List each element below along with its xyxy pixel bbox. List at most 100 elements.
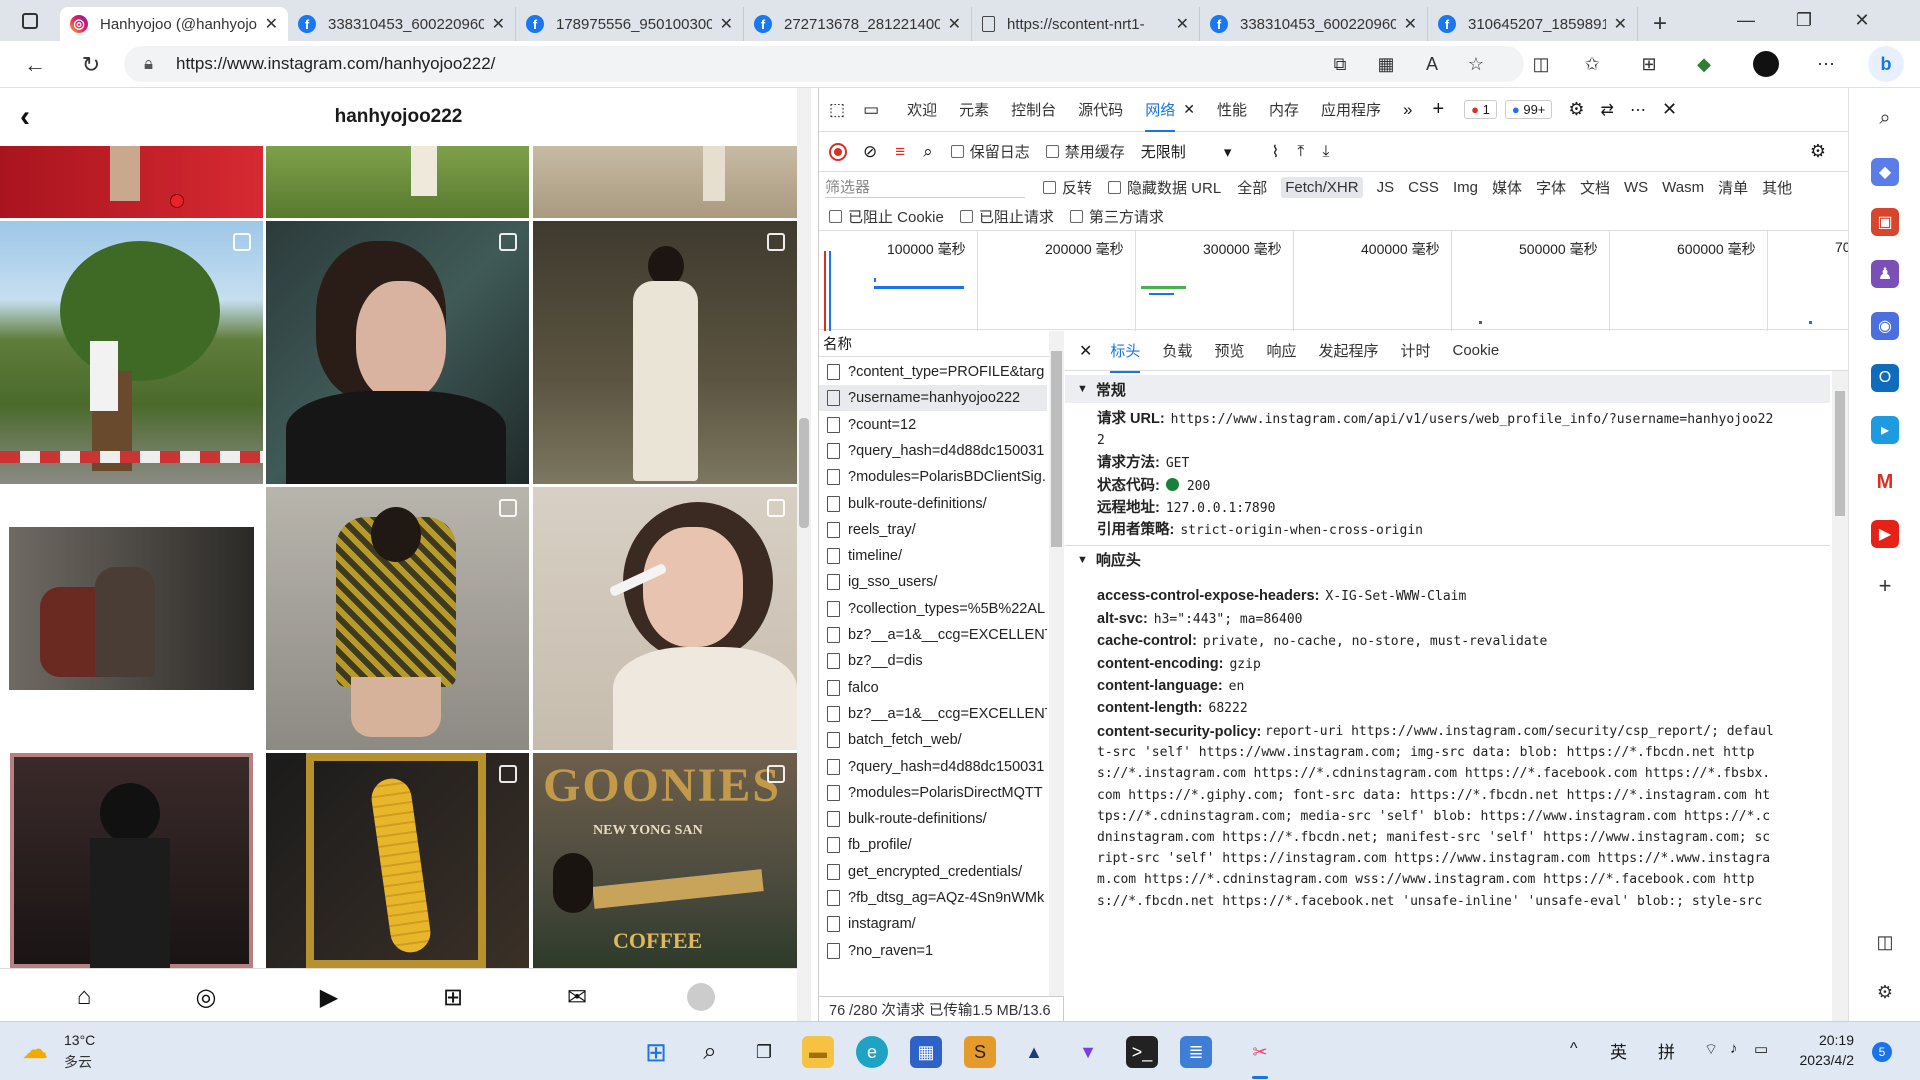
filter-img[interactable]: Img [1453, 179, 1478, 196]
minimize-icon[interactable]: — [1717, 0, 1775, 41]
post-thumbnail[interactable] [266, 146, 529, 218]
third-party-checkbox[interactable]: 第三方请求 [1069, 206, 1164, 227]
browser-tab[interactable]: f 338310453_600220960 ✕ [1200, 7, 1428, 41]
tab-welcome[interactable]: 欢迎 [907, 99, 937, 120]
vpn-icon[interactable]: ▼ [1072, 1036, 1104, 1068]
browser-tab[interactable]: https://scontent-nrt1- ✕ [972, 7, 1200, 41]
tab-performance[interactable]: 性能 [1217, 99, 1247, 120]
post-thumbnail[interactable] [0, 221, 263, 484]
detail-tab-headers[interactable]: 标头 [1110, 340, 1141, 373]
request-row[interactable]: ?content_type=PROFILE&targ [819, 359, 1047, 385]
search-icon[interactable]: ⌕ [694, 1036, 726, 1068]
notepad-icon[interactable]: ≣ [1180, 1036, 1212, 1068]
browser-tab-active[interactable]: ◎ Hanhyojoo (@hanhyojoo222) ✕ [60, 7, 288, 41]
close-window-icon[interactable]: ✕ [1833, 0, 1891, 41]
tab-network[interactable]: 网络 [1145, 99, 1176, 132]
add-tab-icon[interactable]: + [1432, 98, 1444, 121]
post-thumbnail[interactable] [533, 487, 797, 750]
request-row[interactable]: instagram/ [819, 911, 1047, 937]
detail-tab-payload[interactable]: 负载 [1162, 340, 1192, 361]
browser-tab[interactable]: f 272713678_281221400 ✕ [744, 7, 972, 41]
more-options-icon[interactable]: ⋯ [1630, 100, 1646, 120]
page-scrollbar[interactable] [797, 88, 811, 1021]
app-available-icon[interactable]: ⧉ [1326, 50, 1354, 78]
notification-badge[interactable]: 5 [1872, 1042, 1892, 1062]
request-row[interactable]: get_encrypted_credentials/ [819, 859, 1047, 885]
post-thumbnail[interactable] [533, 221, 797, 484]
network-settings-icon[interactable]: ⚙ [1810, 141, 1826, 162]
name-column-header[interactable]: 名称 [819, 331, 1049, 357]
request-row[interactable]: ?query_hash=d4d88dc150031 [819, 438, 1047, 464]
filter-ws[interactable]: WS [1624, 179, 1648, 196]
post-thumbnail[interactable] [266, 753, 529, 968]
request-row[interactable]: ?no_raven=1 [819, 938, 1047, 964]
tab-application[interactable]: 应用程序 [1321, 99, 1381, 120]
weather-desc[interactable]: 多云 [64, 1052, 92, 1072]
request-row[interactable]: ?collection_types=%5B%22AL [819, 596, 1047, 622]
volume-icon[interactable]: ♪ [1730, 1040, 1738, 1057]
detail-tab-cookie[interactable]: Cookie [1453, 342, 1500, 359]
hide-sidebar-icon[interactable]: ◫ [1871, 928, 1899, 956]
profile-avatar-icon[interactable] [685, 981, 717, 1013]
search-icon[interactable]: ⌕ [1871, 104, 1899, 132]
filter-js[interactable]: JS [1377, 179, 1395, 196]
request-row[interactable]: timeline/ [819, 543, 1047, 569]
close-tab-icon[interactable]: ✕ [265, 14, 278, 34]
filter-css[interactable]: CSS [1408, 179, 1439, 196]
battery-icon[interactable]: ▭ [1754, 1040, 1768, 1058]
close-tab-icon[interactable]: ✕ [1183, 101, 1195, 118]
request-row[interactable]: bz?__d=dis [819, 648, 1047, 674]
close-tab-icon[interactable]: ✕ [492, 14, 505, 34]
url-field[interactable]: 🔒︎ https://www.instagram.com/hanhyojoo22… [124, 46, 1524, 82]
post-thumbnail[interactable] [0, 753, 263, 968]
inspect-icon[interactable]: ⬚ [829, 100, 845, 120]
blocked-requests-checkbox[interactable]: 已阻止请求 [959, 206, 1054, 227]
close-detail-icon[interactable]: ✕ [1079, 341, 1092, 361]
games-icon[interactable]: ♟ [1871, 260, 1899, 288]
network-timeline[interactable]: 100000 毫秒 200000 毫秒 300000 毫秒 400000 毫秒 … [819, 230, 1851, 331]
request-row[interactable]: fb_profile/ [819, 832, 1047, 858]
browser-tab[interactable]: f 338310453_600220960 ✕ [288, 7, 516, 41]
store-icon[interactable]: ▦ [910, 1036, 942, 1068]
post-thumbnail[interactable] [533, 146, 797, 218]
edge-icon[interactable]: e [856, 1036, 888, 1068]
message-badge[interactable]: ● 99+ [1504, 100, 1553, 119]
weather-icon[interactable]: ☁ [22, 1034, 48, 1065]
file-explorer-icon[interactable]: ▬ [802, 1036, 834, 1068]
request-row[interactable]: ?query_hash=d4d88dc150031 [819, 754, 1047, 780]
filter-icon[interactable]: ≡ [895, 142, 905, 162]
qr-icon[interactable]: ▦ [1372, 50, 1400, 78]
start-icon[interactable]: ⊞ [640, 1036, 672, 1068]
split-screen-icon[interactable]: ◫ [1527, 50, 1555, 78]
messenger-icon[interactable]: ✉ [561, 981, 593, 1013]
filter-wasm[interactable]: Wasm [1662, 179, 1704, 196]
dock-icon[interactable]: ⇄ [1601, 100, 1614, 120]
youtube-icon[interactable]: ▶ [1871, 520, 1899, 548]
filter-other[interactable]: 其他 [1762, 177, 1792, 198]
browser-tab[interactable]: f 178975556_950100300 ✕ [516, 7, 744, 41]
bing-copilot-icon[interactable]: b [1868, 46, 1904, 82]
restore-icon[interactable]: ❐ [1775, 0, 1833, 41]
chevron-up-icon[interactable]: ^ [1570, 1040, 1578, 1058]
back-arrow-icon[interactable]: ‹ [20, 100, 30, 134]
snipping-tool-icon[interactable]: ✂ [1244, 1036, 1276, 1068]
clock-time[interactable]: 20:19 [1800, 1032, 1854, 1048]
weather-temp[interactable]: 13°C [64, 1032, 95, 1048]
read-aloud-icon[interactable]: A [1418, 50, 1446, 78]
close-tab-icon[interactable]: ✕ [1176, 14, 1189, 34]
request-row[interactable]: ?count=12 [819, 412, 1047, 438]
detail-tab-response[interactable]: 响应 [1266, 340, 1296, 361]
request-row[interactable]: falco [819, 675, 1047, 701]
add-sidebar-app-icon[interactable]: + [1871, 572, 1899, 600]
device-toolbar-icon[interactable]: ▭ [863, 100, 879, 120]
close-tab-icon[interactable]: ✕ [720, 14, 733, 34]
clear-icon[interactable]: ⊘ [863, 142, 877, 162]
shopping-icon[interactable]: ◆ [1871, 158, 1899, 186]
request-row[interactable]: batch_fetch_web/ [819, 727, 1047, 753]
reels-icon[interactable]: ▶ [313, 981, 345, 1013]
settings-icon[interactable]: ⚙ [1568, 99, 1584, 120]
tab-console[interactable]: 控制台 [1011, 99, 1056, 120]
post-thumbnail[interactable]: GOONIES NEW YONG SAN COFFEE [533, 753, 797, 968]
post-thumbnail[interactable] [266, 487, 529, 750]
request-row[interactable]: ?fb_dtsg_ag=AQz-4Sn9nWMk [819, 885, 1047, 911]
